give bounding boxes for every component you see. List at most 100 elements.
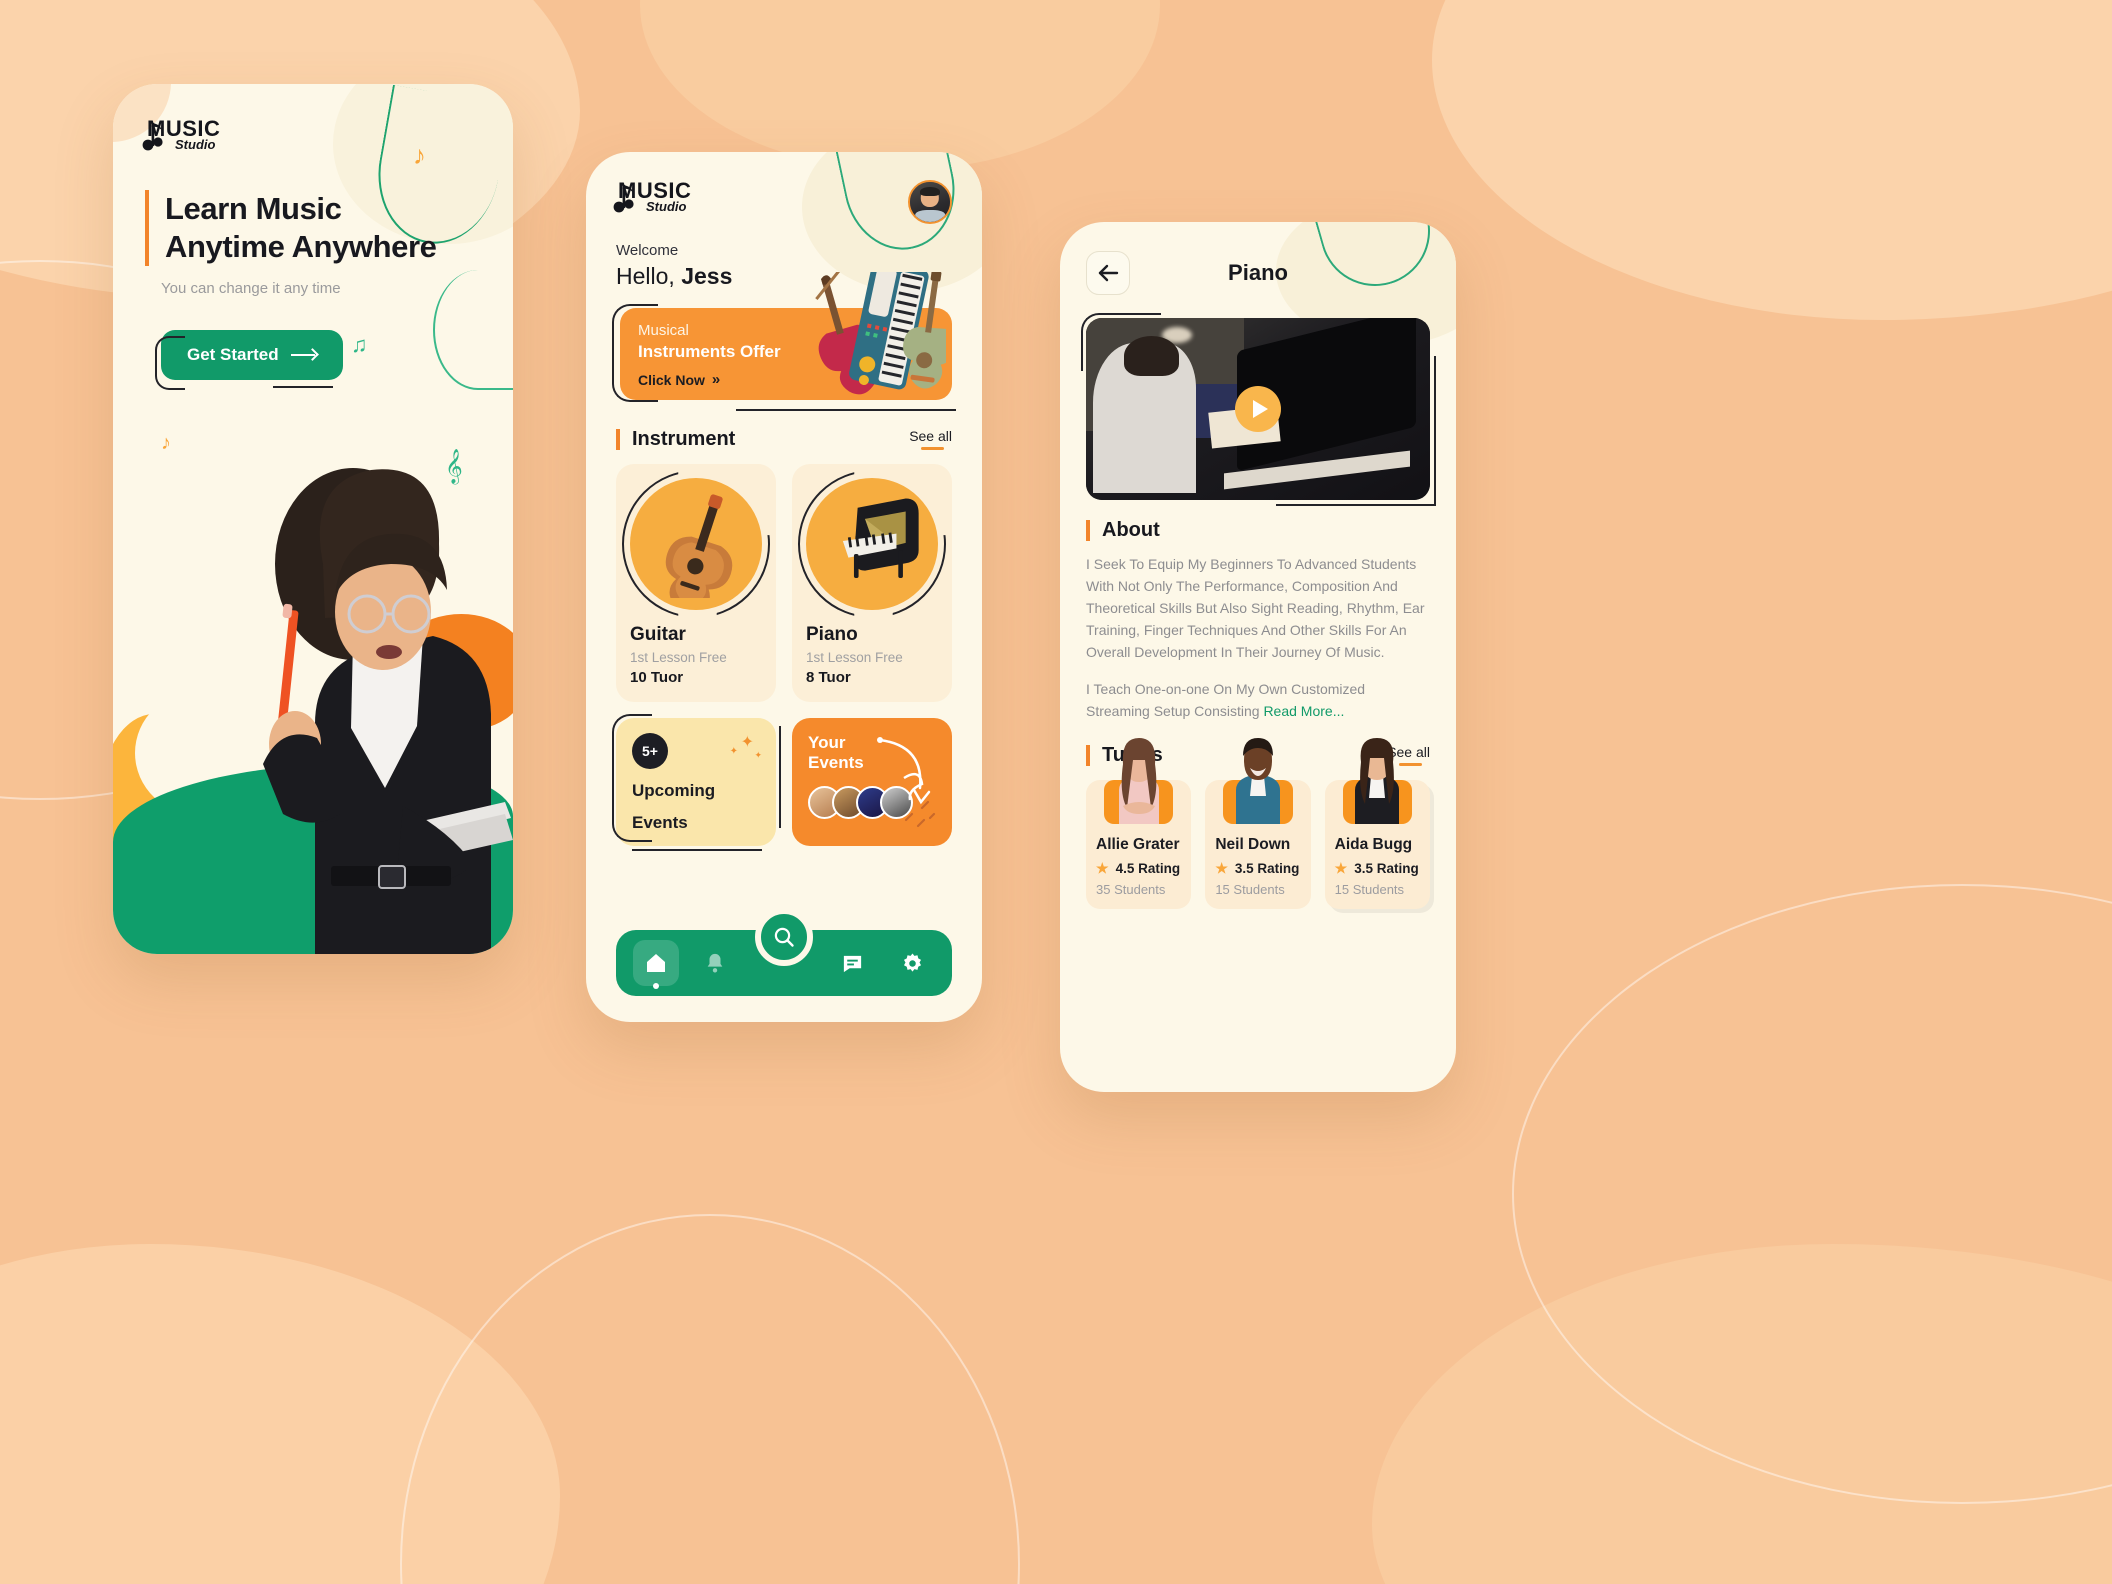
decor-note-icon-3: ♪ xyxy=(161,432,171,454)
chat-icon xyxy=(843,955,862,972)
video-player[interactable] xyxy=(1086,318,1430,500)
tutor-portrait xyxy=(1235,737,1280,824)
tutor-photo-area xyxy=(1096,732,1181,828)
decor-green-curve-2 xyxy=(433,270,513,390)
tutor-portrait xyxy=(1118,737,1159,824)
onboarding-title-line1: Learn Music xyxy=(165,191,342,226)
decor-note-icon-4: 𝄞 xyxy=(445,450,463,483)
greeting-prefix: Hello, xyxy=(616,263,682,289)
logo-home: MUSIC Studio xyxy=(613,178,692,213)
sparkle-icon-1: ✦ xyxy=(740,734,754,751)
arrow-right-icon xyxy=(290,348,319,362)
instrument-card-row: Guitar 1st Lesson Free 10 Tuor Piano 1st… xyxy=(616,464,952,702)
instrument-see-all-link[interactable]: See all xyxy=(909,428,952,450)
instrument-name: Guitar xyxy=(630,624,686,645)
phone-screen-onboarding: ♪ ♫ ♪ 𝄞 MUSIC Studio Learn Music Anytime… xyxy=(113,84,513,954)
decor-note-icon-2: ♫ xyxy=(351,332,368,357)
musical-instruments-offer-banner[interactable]: Musical Instruments Offer Click Now » xyxy=(620,272,952,400)
nav-item-home[interactable] xyxy=(632,940,679,986)
tutors-row: Allie Grater ★ 4.5 Rating 35 Students Ne… xyxy=(1086,737,1430,909)
piano-thumbnail xyxy=(798,470,946,618)
tutor-rating-value: 3.5 Rating xyxy=(1234,860,1300,876)
instrument-section-header: Instrument See all xyxy=(616,428,952,450)
tutor-card[interactable]: Allie Grater ★ 4.5 Rating 35 Students xyxy=(1086,737,1192,909)
guitar-thumbnail xyxy=(622,470,770,618)
nav-item-alerts[interactable] xyxy=(692,940,738,986)
instrument-tutor-count: 8 Tuor xyxy=(806,669,851,686)
tutor-name: Neil Down xyxy=(1215,835,1291,853)
play-button[interactable] xyxy=(1235,386,1281,432)
curved-arrow-icon xyxy=(877,737,931,805)
gear-icon xyxy=(903,952,921,972)
upcoming-events-card[interactable]: 5+ ✦ ✦ ✦ Upcoming Events xyxy=(612,714,781,851)
star-icon: ★ xyxy=(1096,859,1109,876)
tutor-name: Aida Bugg xyxy=(1334,835,1413,853)
tutor-student-count: 35 Students xyxy=(1096,881,1166,897)
tutor-rating: ★ 3.5 Rating xyxy=(1215,860,1300,877)
tutor-photo-area xyxy=(1215,732,1300,828)
logo-main-text: MUSIC xyxy=(618,178,692,203)
instrument-lesson-note: 1st Lesson Free xyxy=(630,650,727,665)
instrument-tutor-count: 10 Tuor xyxy=(630,669,684,686)
phone-screen-piano-detail: Piano About I Seek To Equip My Beginners… xyxy=(1060,222,1456,1092)
search-fab-button[interactable] xyxy=(755,908,813,966)
sparkle-icon-3: ✦ xyxy=(754,750,762,760)
tutor-rating-value: 3.5 Rating xyxy=(1354,860,1419,876)
tutor-rating-value: 4.5 Rating xyxy=(1115,860,1181,876)
instrument-name: Piano xyxy=(806,624,858,645)
instrument-card-piano[interactable]: Piano 1st Lesson Free 8 Tuor xyxy=(792,464,952,702)
tutor-rating: ★ 4.5 Rating xyxy=(1096,860,1181,877)
about-paragraph-2: I Teach One-on-one On My Own Customized … xyxy=(1086,678,1430,722)
search-icon xyxy=(774,927,794,947)
about-paragraph-1: I Seek To Equip My Beginners To Advanced… xyxy=(1086,556,1425,661)
video-frame-right xyxy=(1434,356,1436,506)
instrument-card-guitar[interactable]: Guitar 1st Lesson Free 10 Tuor xyxy=(616,464,776,702)
sparkle-icon-2: ✦ xyxy=(729,746,738,757)
get-started-button[interactable]: Get Started xyxy=(155,330,343,390)
card-frame-bottom xyxy=(632,849,762,851)
double-chevron-right-icon: » xyxy=(711,371,721,388)
video-frame-bottom xyxy=(1276,504,1436,506)
tutor-student-count: 15 Students xyxy=(1334,881,1405,897)
nav-item-settings[interactable] xyxy=(889,940,935,986)
about-section-title: About xyxy=(1086,520,1430,541)
instruments-illustration xyxy=(815,272,946,395)
your-events-card[interactable]: Your Events xyxy=(792,718,952,846)
bell-icon xyxy=(708,953,723,973)
video-wrapper xyxy=(1081,313,1436,506)
bottom-navigation xyxy=(616,908,952,996)
tutor-card[interactable]: Aida Bugg ★ 3.5 Rating 15 Students xyxy=(1324,737,1430,909)
greeting-name: Jess xyxy=(681,263,733,289)
bg-blob-top-center xyxy=(640,0,1160,170)
read-more-link[interactable]: Read More... xyxy=(1263,703,1344,719)
detail-header: Piano xyxy=(1086,250,1430,296)
welcome-label: Welcome xyxy=(616,242,679,259)
onboarding-title-line2: Anytime Anywhere xyxy=(165,228,437,264)
decor-note-icon-1: ♪ xyxy=(413,140,426,170)
tutor-name: Allie Grater xyxy=(1096,835,1180,853)
tutor-card[interactable]: Neil Down ★ 3.5 Rating 15 Students xyxy=(1205,737,1311,909)
click-now-label: Click Now xyxy=(638,371,705,388)
get-started-label: Get Started xyxy=(187,345,279,364)
star-icon: ★ xyxy=(1215,859,1228,876)
home-icon xyxy=(646,954,665,972)
star-icon: ★ xyxy=(1334,859,1348,876)
decor-dashes xyxy=(904,800,936,828)
card-frame-right xyxy=(779,726,781,829)
tutor-student-count: 15 Students xyxy=(1215,881,1285,897)
offer-frame-bottom xyxy=(736,409,956,411)
tutor-photo-area xyxy=(1335,732,1420,828)
offer-banner-wrapper: Musical Instruments Offer Click Now » xyxy=(612,272,956,411)
page-title: Piano xyxy=(1228,260,1288,285)
home-header: MUSIC Studio xyxy=(613,178,952,224)
tutor-rating: ★ 3.5 Rating xyxy=(1335,860,1420,877)
avatar[interactable] xyxy=(908,180,952,224)
instrument-section-title: Instrument xyxy=(616,429,735,450)
bg-blob-top-right xyxy=(1432,0,2112,320)
logo-main-text: MUSIC xyxy=(147,116,221,141)
nav-item-messages[interactable] xyxy=(830,940,876,986)
card-frame-left xyxy=(612,714,652,842)
instrument-lesson-note: 1st Lesson Free xyxy=(806,650,903,665)
onboarding-heading: Learn Music Anytime Anywhere xyxy=(145,190,437,266)
hero-illustration-teacher xyxy=(263,468,513,954)
